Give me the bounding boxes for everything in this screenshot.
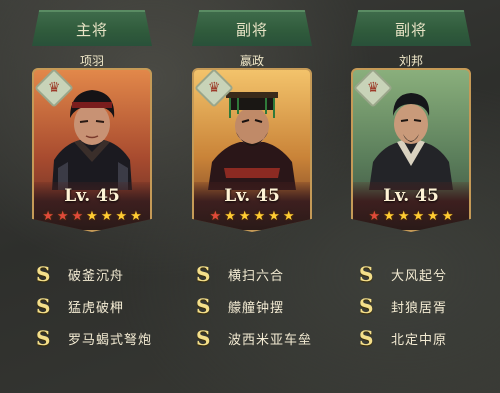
skill-item[interactable]: S 封狼居胥 bbox=[359, 290, 500, 322]
general-column-1: 主将 项羽 ♛ Lv. 45 ★ ★ ★ ★ ★ ★ ★ bbox=[32, 10, 152, 232]
skill-name: 艨艟钟摆 bbox=[228, 300, 285, 316]
general-column-2: 副将 嬴政 ♛ Lv. 45 ★ ★ ★ ★ ★ ★ bbox=[192, 10, 312, 232]
star-icon: ★ bbox=[282, 209, 295, 224]
general-card[interactable]: ♛ Lv. 45 ★ ★ ★ ★ ★ ★ bbox=[351, 68, 471, 232]
star-icon: ★ bbox=[86, 209, 98, 224]
skill-name: 大风起兮 bbox=[391, 268, 448, 284]
general-level: Lv. 45 bbox=[64, 186, 120, 206]
skill-name: 猛虎破柙 bbox=[68, 300, 125, 316]
skill-item[interactable]: S 波西米亚车垒 bbox=[196, 322, 346, 354]
skill-name: 封狼居胥 bbox=[391, 300, 448, 316]
general-level: Lv. 45 bbox=[383, 186, 439, 206]
role-tab[interactable]: 副将 bbox=[192, 10, 312, 46]
skill-list: S 破釜沉舟 S 猛虎破柙 S 罗马蝎式弩炮 bbox=[36, 258, 186, 354]
star-icon: ★ bbox=[412, 209, 425, 224]
star-rating: ★ ★ ★ ★ ★ ★ bbox=[194, 210, 310, 223]
skill-item[interactable]: S 大风起兮 bbox=[359, 258, 500, 290]
star-rating: ★ ★ ★ ★ ★ ★ ★ bbox=[34, 210, 150, 223]
star-icon: ★ bbox=[253, 209, 266, 224]
star-icon: ★ bbox=[397, 209, 410, 224]
skill-grade: S bbox=[196, 326, 211, 350]
star-icon: ★ bbox=[238, 209, 251, 224]
skill-name: 横扫六合 bbox=[228, 268, 285, 284]
skill-grade: S bbox=[36, 326, 51, 350]
star-icon: ★ bbox=[268, 209, 280, 224]
star-icon: ★ bbox=[42, 209, 54, 224]
skill-item[interactable]: S 艨艟钟摆 bbox=[196, 290, 346, 322]
star-icon: ★ bbox=[115, 209, 128, 224]
star-icon: ★ bbox=[100, 209, 113, 224]
general-column-3: 副将 刘邦 ♛ Lv. 45 ★ ★ ★ ★ ★ ★ bbox=[351, 10, 471, 232]
star-icon: ★ bbox=[224, 209, 236, 224]
role-tab[interactable]: 主将 bbox=[32, 10, 152, 46]
skill-item[interactable]: S 猛虎破柙 bbox=[36, 290, 186, 322]
skill-name: 北定中原 bbox=[391, 332, 448, 348]
star-icon: ★ bbox=[209, 209, 222, 224]
skill-item[interactable]: S 破釜沉舟 bbox=[36, 258, 186, 290]
star-rating: ★ ★ ★ ★ ★ ★ bbox=[353, 210, 469, 223]
role-tab[interactable]: 副将 bbox=[351, 10, 471, 46]
general-card[interactable]: ♛ Lv. 45 ★ ★ ★ ★ ★ ★ ★ bbox=[32, 68, 152, 232]
skill-grade: S bbox=[196, 262, 211, 286]
star-icon: ★ bbox=[71, 209, 84, 224]
skill-list: S 横扫六合 S 艨艟钟摆 S 波西米亚车垒 bbox=[196, 258, 346, 354]
skill-name: 破釜沉舟 bbox=[68, 268, 125, 284]
skill-item[interactable]: S 罗马蝎式弩炮 bbox=[36, 322, 186, 354]
skill-grade: S bbox=[36, 294, 51, 318]
star-icon: ★ bbox=[368, 209, 381, 224]
skill-name: 罗马蝎式弩炮 bbox=[68, 332, 153, 348]
star-icon: ★ bbox=[383, 209, 395, 224]
skill-item[interactable]: S 北定中原 bbox=[359, 322, 500, 354]
skill-name: 波西米亚车垒 bbox=[228, 332, 313, 348]
skill-grade: S bbox=[36, 262, 51, 286]
star-icon: ★ bbox=[427, 209, 439, 224]
star-icon: ★ bbox=[56, 209, 69, 224]
skill-grade: S bbox=[196, 294, 211, 318]
skill-grade: S bbox=[359, 262, 374, 286]
star-icon: ★ bbox=[130, 209, 142, 224]
skill-grade: S bbox=[359, 294, 374, 318]
general-card[interactable]: ♛ Lv. 45 ★ ★ ★ ★ ★ ★ bbox=[192, 68, 312, 232]
skill-grade: S bbox=[359, 326, 374, 350]
skill-item[interactable]: S 横扫六合 bbox=[196, 258, 346, 290]
general-level: Lv. 45 bbox=[224, 186, 280, 206]
skill-list: S 大风起兮 S 封狼居胥 S 北定中原 bbox=[359, 258, 500, 354]
star-icon: ★ bbox=[441, 209, 454, 224]
